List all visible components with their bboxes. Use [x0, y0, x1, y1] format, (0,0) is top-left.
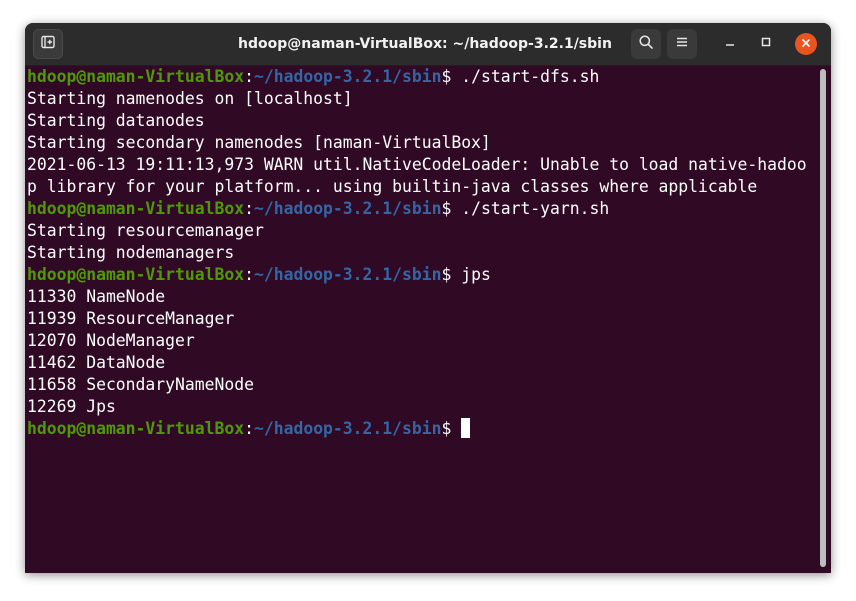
- output-line: 11462 DataNode: [27, 353, 166, 372]
- prompt-symbol: $: [441, 265, 462, 284]
- output-line: 2021-06-13 19:11:13,973 WARN util.Native…: [27, 155, 807, 174]
- output-line: 11330 NameNode: [27, 287, 166, 306]
- output-line: 11658 SecondaryNameNode: [27, 375, 254, 394]
- prompt-colon: :: [244, 419, 254, 438]
- prompt-user-host: hdoop@naman-VirtualBox: [27, 419, 245, 438]
- command-text: ./start-dfs.sh: [461, 67, 600, 86]
- scrollbar[interactable]: [820, 69, 826, 567]
- command-text: jps: [461, 265, 491, 284]
- output-line: Starting namenodes on [localhost]: [27, 89, 353, 108]
- new-tab-icon: [40, 34, 56, 55]
- title-bar[interactable]: hdoop@naman-VirtualBox: ~/hadoop-3.2.1/s…: [25, 23, 831, 66]
- output-line: 12269 Jps: [27, 397, 116, 416]
- window-title: hdoop@naman-VirtualBox: ~/hadoop-3.2.1/s…: [238, 36, 612, 52]
- hamburger-menu-icon: [675, 35, 689, 54]
- text-cursor: [461, 418, 471, 438]
- prompt-path: ~/hadoop-3.2.1/sbin: [253, 265, 442, 284]
- prompt-colon: :: [244, 265, 254, 284]
- search-button[interactable]: [631, 29, 661, 59]
- output-line: Starting datanodes: [27, 111, 205, 130]
- prompt-path: ~/hadoop-3.2.1/sbin: [253, 67, 442, 86]
- command-text: ./start-yarn.sh: [461, 199, 610, 218]
- prompt-symbol: $: [441, 67, 462, 86]
- prompt-user-host: hdoop@naman-VirtualBox: [27, 199, 245, 218]
- prompt-symbol: $: [441, 199, 462, 218]
- menu-button[interactable]: [667, 29, 697, 59]
- prompt-line: hdoop@naman-VirtualBox:~/hadoop-3.2.1/sb…: [27, 418, 817, 440]
- prompt-colon: :: [244, 67, 254, 86]
- prompt-line: hdoop@naman-VirtualBox:~/hadoop-3.2.1/sb…: [27, 66, 817, 88]
- maximize-icon: [760, 35, 772, 53]
- prompt-user-host: hdoop@naman-VirtualBox: [27, 265, 245, 284]
- minimize-icon: [724, 35, 736, 53]
- prompt-colon: :: [244, 199, 254, 218]
- close-button[interactable]: [795, 33, 817, 55]
- output-line: 11939 ResourceManager: [27, 309, 235, 328]
- output-line: Starting nodemanagers: [27, 243, 235, 262]
- prompt-path: ~/hadoop-3.2.1/sbin: [253, 199, 442, 218]
- output-line: p library for your platform... using bui…: [27, 177, 758, 196]
- terminal-output[interactable]: hdoop@naman-VirtualBox:~/hadoop-3.2.1/sb…: [27, 66, 817, 571]
- terminal-window: hdoop@naman-VirtualBox: ~/hadoop-3.2.1/s…: [25, 23, 831, 573]
- output-line: 12070 NodeManager: [27, 331, 195, 350]
- close-icon: [801, 35, 811, 53]
- maximize-button[interactable]: [755, 33, 777, 55]
- prompt-symbol: $: [441, 419, 462, 438]
- prompt-line: hdoop@naman-VirtualBox:~/hadoop-3.2.1/sb…: [27, 198, 817, 220]
- output-line: Starting secondary namenodes [naman-Virt…: [27, 133, 491, 152]
- new-tab-button[interactable]: [33, 29, 63, 59]
- prompt-path: ~/hadoop-3.2.1/sbin: [253, 419, 442, 438]
- prompt-line: hdoop@naman-VirtualBox:~/hadoop-3.2.1/sb…: [27, 264, 817, 286]
- prompt-user-host: hdoop@naman-VirtualBox: [27, 67, 245, 86]
- minimize-button[interactable]: [719, 33, 741, 55]
- search-icon: [638, 34, 654, 55]
- output-line: Starting resourcemanager: [27, 221, 264, 240]
